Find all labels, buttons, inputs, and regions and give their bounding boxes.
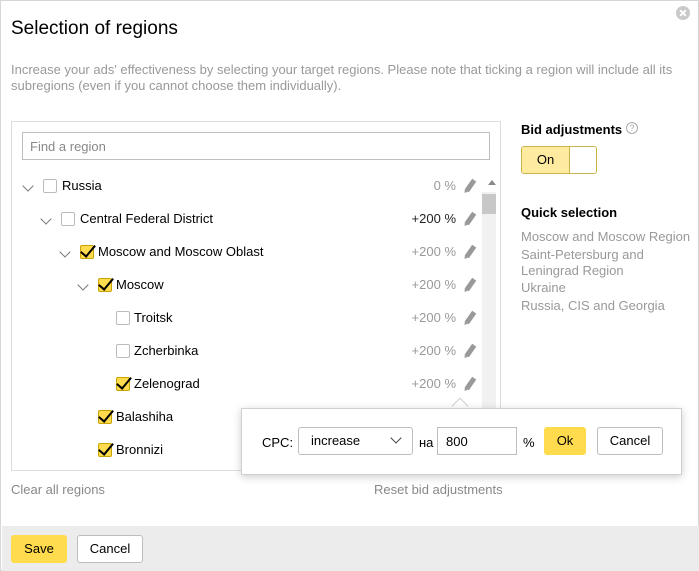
region-row[interactable]: Troitsk +200 % [12,302,482,335]
region-label: Moscow [116,277,164,292]
region-percent: +200 % [411,244,456,259]
region-checkbox[interactable] [98,410,112,424]
pencil-icon[interactable] [464,376,477,391]
region-checkbox[interactable] [116,377,130,391]
quick-selection-item[interactable]: Saint-Petersburg and Leningrad Region [521,247,691,279]
scroll-up-icon[interactable] [488,180,496,185]
region-checkbox[interactable] [61,212,75,226]
region-label: Moscow and Moscow Oblast [98,244,264,259]
close-icon[interactable] [676,6,690,20]
region-checkbox[interactable] [98,443,112,457]
pencil-icon[interactable] [464,211,477,226]
popup-cancel-button[interactable]: Cancel [597,427,663,455]
region-label: Troitsk [134,310,173,325]
save-button[interactable]: Save [11,535,67,563]
region-label: Central Federal District [80,211,213,226]
region-label: Bronnizi [116,442,163,457]
cpc-value-input[interactable] [437,427,517,455]
quick-selection-item[interactable]: Moscow and Moscow Region [521,229,691,245]
chevron-down-icon[interactable] [77,279,89,291]
pencil-icon[interactable] [464,343,477,358]
quick-selection-item[interactable]: Russia, CIS and Georgia [521,298,691,314]
bid-adjustments-title: Bid adjustments [521,122,623,137]
region-label: Russia [62,178,102,193]
help-icon[interactable]: ? [626,122,638,134]
pencil-icon[interactable] [464,178,477,193]
reset-bid-adjustments-link[interactable]: Reset bid adjustments [374,482,503,497]
cpc-mode-value: increase [311,433,361,448]
dialog-title: Selection of regions [11,18,178,39]
region-percent: +200 % [411,343,456,358]
region-row[interactable]: Zcherbinka +200 % [12,335,482,368]
quick-selection-title: Quick selection [521,205,618,220]
region-row[interactable]: Russia 0 % [12,170,482,203]
region-checkbox[interactable] [116,311,130,325]
bid-adjustments-toggle[interactable]: On [521,146,597,174]
region-percent: +200 % [411,376,456,391]
regions-dialog: Selection of regions Increase your ads' … [0,0,699,571]
region-search-input[interactable] [22,132,490,160]
pencil-icon[interactable] [464,244,477,259]
region-percent: +200 % [411,211,456,226]
region-checkbox[interactable] [116,344,130,358]
chevron-down-icon[interactable] [59,246,71,258]
dialog-description: Increase your ads' effectiveness by sele… [11,62,673,93]
region-checkbox[interactable] [98,278,112,292]
region-row[interactable]: Central Federal District +200 % [12,203,482,236]
chevron-down-icon[interactable] [40,213,52,225]
region-checkbox[interactable] [43,179,57,193]
quick-selection-item[interactable]: Ukraine [521,280,691,296]
cancel-button[interactable]: Cancel [77,535,143,563]
region-checkbox[interactable] [80,245,94,259]
region-percent: +200 % [411,277,456,292]
region-percent: 0 % [433,178,456,193]
region-row[interactable]: Moscow and Moscow Oblast +200 % [12,236,482,269]
region-row[interactable]: Moscow +200 % [12,269,482,302]
na-label: на [419,435,434,450]
clear-all-regions-link[interactable]: Clear all regions [11,482,105,497]
percent-unit: % [523,435,535,450]
region-row[interactable]: Zelenograd +200 % [12,368,482,401]
dialog-footer: Save Cancel [2,526,699,571]
ok-button[interactable]: Ok [544,427,586,455]
region-percent: +200 % [411,310,456,325]
region-label: Zelenograd [134,376,200,391]
cpc-label: CPC: [262,435,294,450]
region-label: Balashiha [116,409,174,424]
region-label: Zcherbinka [134,343,199,358]
chevron-down-icon[interactable] [22,180,34,192]
pencil-icon[interactable] [464,310,477,325]
pencil-icon[interactable] [464,277,477,292]
cpc-adjustment-popup: CPC: increase на % Ok Cancel [241,408,682,475]
scrollbar-thumb[interactable] [482,194,496,214]
toggle-on-label: On [522,147,570,173]
